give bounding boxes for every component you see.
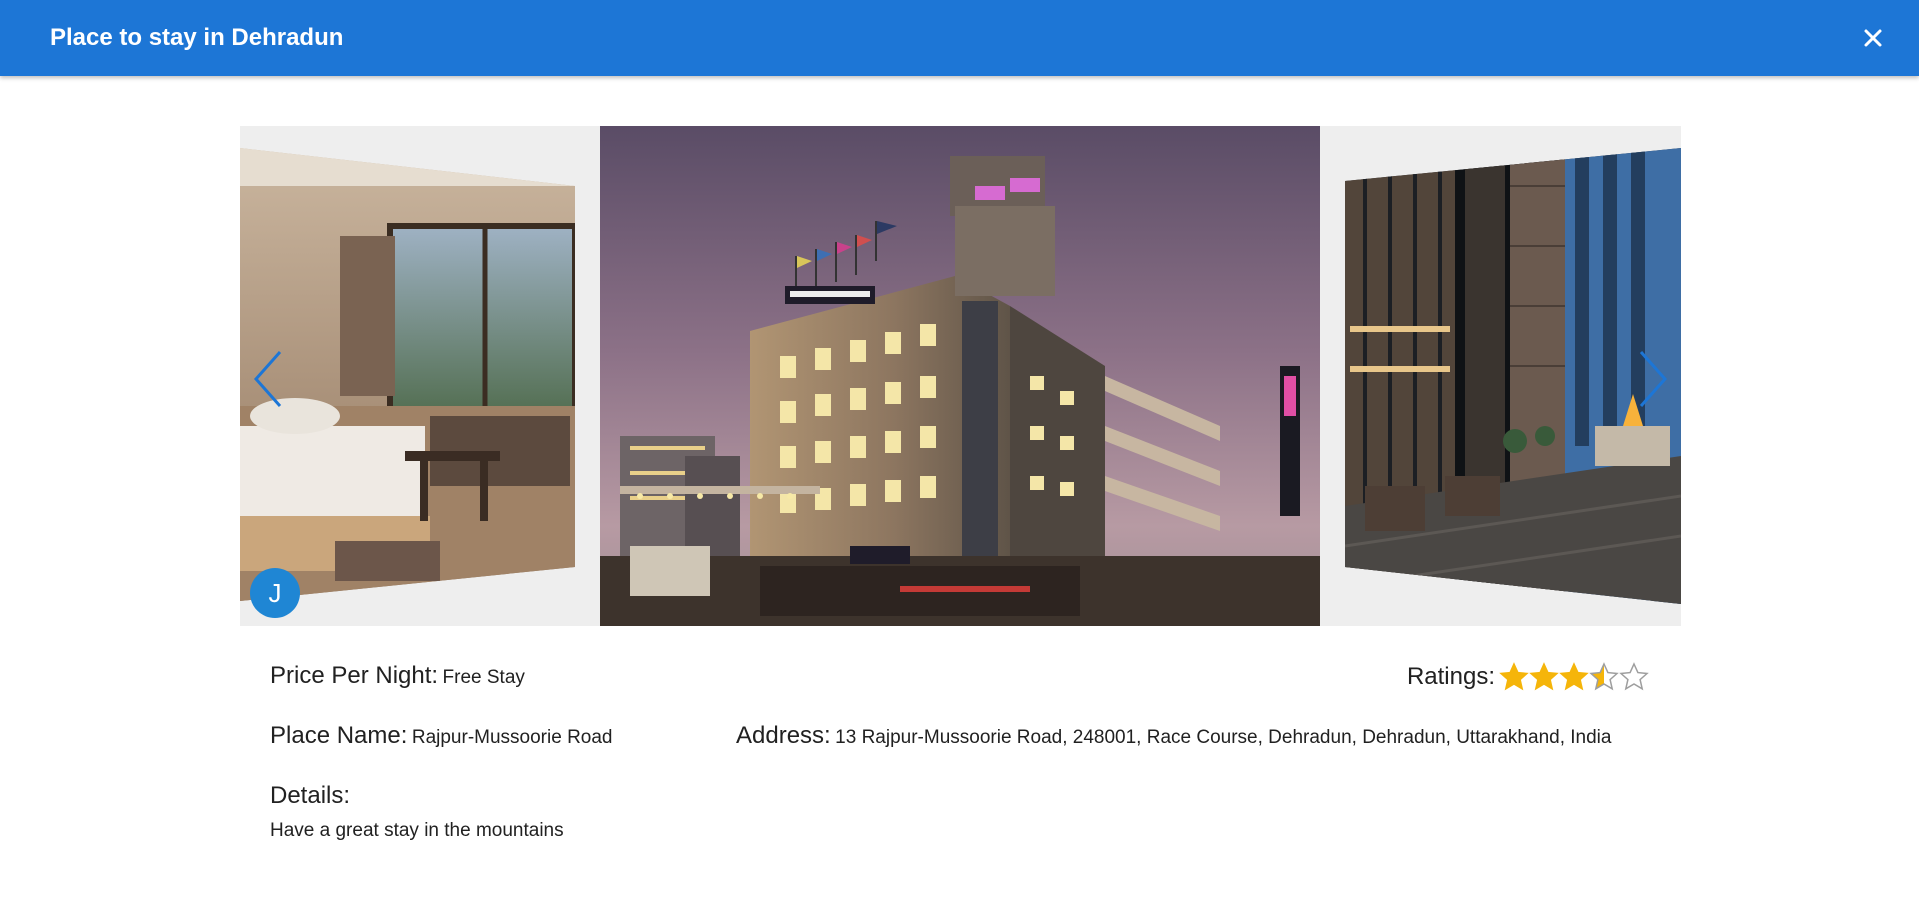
chevron-left-icon: [253, 351, 282, 407]
address-row: Address: 13 Rajpur-Mussoorie Road, 24800…: [736, 722, 1611, 750]
ratings-label: Ratings:: [1406, 663, 1495, 690]
app-bar: Place to stay in Dehradun: [0, 0, 1919, 76]
star-filled-icon[interactable]: [1559, 662, 1589, 692]
price-label: Price Per Night:: [270, 662, 439, 689]
hotel-room-photo[interactable]: [240, 126, 575, 626]
close-button[interactable]: [1857, 22, 1889, 54]
address-value: 13 Rajpur-Mussoorie Road, 248001, Race C…: [835, 727, 1612, 748]
hotel-building-photo[interactable]: [600, 126, 1320, 626]
details-label: Details:: [270, 782, 351, 809]
dialog-title: Place to stay in Dehradun: [50, 24, 344, 51]
image-carousel[interactable]: J: [240, 126, 1681, 626]
star-filled-icon[interactable]: [1529, 662, 1559, 692]
previous-slide-button[interactable]: [250, 348, 290, 410]
star-filled-icon[interactable]: [1499, 662, 1529, 692]
details-value: Have a great stay in the mountains: [270, 820, 564, 841]
place-name-label: Place Name:: [270, 722, 408, 749]
rating-stars: [1499, 662, 1649, 692]
address-label: Address:: [736, 722, 831, 749]
place-name-value: Rajpur-Mussoorie Road: [411, 727, 613, 748]
next-slide-button[interactable]: [1631, 348, 1671, 410]
price-value: Free Stay: [442, 667, 525, 688]
ratings: Ratings:: [1407, 662, 1649, 692]
chevron-right-icon: [1639, 351, 1668, 407]
details-heading: Details:: [270, 782, 1650, 810]
star-empty-icon[interactable]: [1619, 662, 1649, 692]
avatar[interactable]: J: [250, 568, 300, 618]
details-text: Have a great stay in the mountains: [270, 820, 1650, 842]
star-half-icon[interactable]: [1589, 662, 1619, 692]
close-icon: [1864, 29, 1882, 47]
